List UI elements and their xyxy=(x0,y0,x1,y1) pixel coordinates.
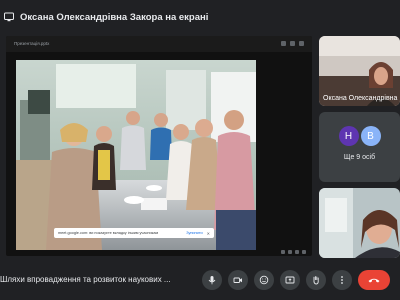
toolbar-icons xyxy=(281,41,304,46)
shared-screen[interactable]: Презентація.pptx meet.google.com: ви пок… xyxy=(6,36,312,256)
self-video xyxy=(319,188,400,258)
close-notification-button[interactable]: ✕ xyxy=(207,231,210,236)
avatar: В xyxy=(360,126,381,146)
tool-icon xyxy=(299,41,304,46)
microphone-icon xyxy=(208,276,216,285)
tool-icon[interactable] xyxy=(281,250,285,254)
others-tile[interactable]: Н В Ще 9 осіб xyxy=(319,112,400,182)
participant-name: Оксана Олександрівна xyxy=(323,95,398,102)
avatar: Н xyxy=(338,126,359,146)
file-name: Презентація.pptx xyxy=(14,41,50,46)
hang-up-icon xyxy=(368,278,380,283)
microphone-button[interactable] xyxy=(202,270,222,290)
tool-icon xyxy=(281,41,286,46)
control-bar: Шляхи впровадження та розвиток наукових … xyxy=(0,262,400,300)
notification-text: meet.google.com: ви показуєте вкладку ін… xyxy=(58,231,159,235)
captions-button[interactable] xyxy=(254,270,274,290)
sharing-notification: meet.google.com: ви показуєте вкладку ін… xyxy=(54,228,214,238)
self-view-tile[interactable] xyxy=(319,188,400,258)
end-call-button[interactable] xyxy=(358,270,390,290)
hand-icon xyxy=(313,276,319,285)
camera-icon xyxy=(233,277,242,283)
slide-toolbar: Презентація.pptx xyxy=(6,36,312,52)
participant-tile[interactable]: Оксана Олександрівна xyxy=(319,36,400,106)
more-options-button[interactable] xyxy=(332,270,352,290)
present-button[interactable] xyxy=(280,270,300,290)
presenter-title: Оксана Олександрівна Закора на екрані xyxy=(20,11,209,23)
tool-icon[interactable] xyxy=(302,250,306,254)
top-bar: Оксана Олександрівна Закора на екрані xyxy=(0,0,400,34)
camera-button[interactable] xyxy=(228,270,248,290)
stop-sharing-button[interactable]: Зупинити xyxy=(186,231,202,235)
tool-icon[interactable] xyxy=(288,250,292,254)
meeting-title: Шляхи впровадження та розвиток наукових … xyxy=(0,275,171,284)
more-participants-label: Ще 9 осіб xyxy=(343,154,376,161)
group-photo xyxy=(16,60,256,250)
raise-hand-button[interactable] xyxy=(306,270,326,290)
avatar-group: Н В xyxy=(319,126,400,146)
presentation-icon xyxy=(4,12,14,22)
tool-icon[interactable] xyxy=(295,250,299,254)
more-vert-icon xyxy=(341,276,343,284)
present-screen-icon xyxy=(285,276,295,284)
tool-icon xyxy=(290,41,295,46)
emoji-icon xyxy=(259,275,269,285)
slide-bottom-tools xyxy=(6,248,312,256)
